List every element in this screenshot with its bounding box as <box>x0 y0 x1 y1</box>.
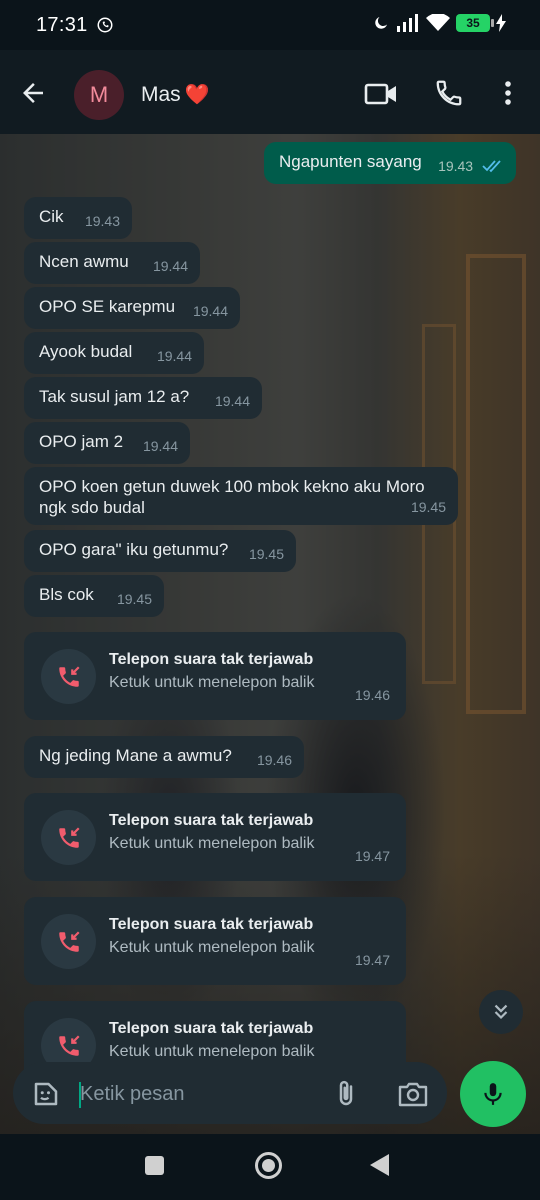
chat-header: M Mas ❤️ <box>0 50 540 134</box>
missed-call-icon <box>58 1034 80 1056</box>
message-outgoing[interactable]: Ngapunten sayang 19.43 <box>264 142 516 184</box>
missed-voice-call[interactable]: Telepon suara tak terjawab Ketuk untuk m… <box>24 632 406 720</box>
more-options-icon[interactable] <box>498 78 518 108</box>
chat-area[interactable]: Ngapunten sayang 19.43 Cik 19.43 Ncen aw… <box>0 134 540 1134</box>
message-meta: 19.43 <box>438 156 504 177</box>
message-time: 19.47 <box>354 952 390 968</box>
contact-name-text: Mas <box>141 83 181 106</box>
message-text: OPO gara" iku getunmu? <box>39 540 229 559</box>
message-text: Tak susul jam 12 a? <box>39 387 190 406</box>
wallpaper-window <box>466 254 526 714</box>
system-nav-bar <box>0 1134 540 1200</box>
message-incoming[interactable]: OPO koen getun duwek 100 mbok kekno aku … <box>24 467 458 525</box>
missed-voice-call[interactable]: Telepon suara tak terjawab Ketuk untuk m… <box>24 897 406 985</box>
charging-icon <box>496 14 506 32</box>
scroll-to-bottom-button[interactable] <box>479 990 523 1034</box>
message-time: 19.46 <box>256 752 292 768</box>
recents-button[interactable] <box>145 1156 164 1175</box>
message-time: 19.44 <box>152 258 188 274</box>
message-incoming[interactable]: OPO jam 2 19.44 <box>24 422 190 464</box>
status-bar: 17:31 35 <box>0 0 540 50</box>
battery-indicator: 35 <box>456 14 494 32</box>
message-time: 19.47 <box>354 848 390 864</box>
message-text: Ng jeding Mane a awmu? <box>39 746 232 765</box>
status-icons: 35 <box>372 14 506 32</box>
call-title: Telepon suara tak terjawab <box>109 916 314 933</box>
message-incoming[interactable]: Ng jeding Mane a awmu? 19.46 <box>24 736 304 778</box>
message-incoming[interactable]: Cik 19.43 <box>24 197 132 239</box>
message-text: Bls cok <box>39 585 94 604</box>
attachment-icon[interactable] <box>331 1078 361 1110</box>
missed-call-icon <box>58 930 80 952</box>
double-check-read-icon <box>482 160 501 173</box>
moon-icon <box>375 17 387 29</box>
contact-name[interactable]: Mas ❤️ <box>141 82 210 107</box>
message-incoming[interactable]: Ncen awmu 19.44 <box>24 242 200 284</box>
call-title: Telepon suara tak terjawab <box>109 812 314 829</box>
message-time: 19.44 <box>192 303 228 319</box>
message-time: 19.44 <box>142 438 178 454</box>
message-text: OPO jam 2 <box>39 432 124 451</box>
avatar[interactable]: M <box>74 70 124 120</box>
missed-call-circle <box>41 649 96 704</box>
call-subtitle: Ketuk untuk menelepon balik <box>109 835 315 852</box>
double-chevron-down-icon <box>494 1004 508 1020</box>
message-text: Ayook budal <box>39 342 133 361</box>
status-time: 17:31 <box>36 13 88 36</box>
signal-icon <box>397 14 418 32</box>
message-incoming[interactable]: OPO SE karepmu 19.44 <box>24 287 240 329</box>
missed-call-circle <box>41 914 96 969</box>
message-time: 19.45 <box>116 591 152 607</box>
call-title: Telepon suara tak terjawab <box>109 1020 314 1037</box>
message-time: 19.46 <box>354 687 390 703</box>
message-incoming[interactable]: Bls cok 19.45 <box>24 575 164 617</box>
message-text: OPO koen getun duwek 100 mbok kekno aku … <box>39 477 425 517</box>
call-subtitle: Ketuk untuk menelepon balik <box>109 674 315 691</box>
missed-call-circle <box>41 810 96 865</box>
camera-icon[interactable] <box>397 1080 429 1108</box>
message-incoming[interactable]: OPO gara" iku getunmu? 19.45 <box>24 530 296 572</box>
system-back-button[interactable] <box>370 1154 389 1176</box>
message-incoming[interactable]: Ayook budal 19.44 <box>24 332 204 374</box>
voice-call-icon[interactable] <box>434 78 464 108</box>
message-input[interactable] <box>80 1083 320 1106</box>
heart-emoji: ❤️ <box>184 84 210 106</box>
message-text: Ncen awmu <box>39 252 129 271</box>
message-incoming[interactable]: Tak susul jam 12 a? 19.44 <box>24 377 262 419</box>
message-input-container[interactable] <box>13 1062 447 1124</box>
sticker-icon[interactable] <box>31 1079 61 1109</box>
message-time: 19.45 <box>248 546 284 562</box>
message-text: OPO SE karepmu <box>39 297 176 316</box>
message-time: 19.43 <box>438 158 474 174</box>
wifi-icon <box>426 14 450 31</box>
call-title: Telepon suara tak terjawab <box>109 651 314 668</box>
missed-voice-call[interactable]: Telepon suara tak terjawab Ketuk untuk m… <box>24 793 406 881</box>
voice-message-button[interactable] <box>460 1061 526 1127</box>
message-text: Cik <box>39 207 64 226</box>
message-time: 19.44 <box>214 393 250 409</box>
whatsapp-notification-icon <box>97 17 113 33</box>
missed-call-icon <box>58 665 80 687</box>
message-time: 19.44 <box>156 348 192 364</box>
composer-bar <box>0 1058 540 1134</box>
call-subtitle: Ketuk untuk menelepon balik <box>109 939 315 956</box>
message-text: Ngapunten sayang <box>279 152 422 171</box>
back-arrow-icon[interactable] <box>18 78 48 108</box>
video-call-icon[interactable] <box>364 80 398 108</box>
microphone-icon <box>484 1083 502 1105</box>
message-time: 19.43 <box>84 213 120 229</box>
home-button[interactable] <box>255 1152 282 1179</box>
missed-call-icon <box>58 826 80 848</box>
message-time: 19.45 <box>410 499 446 515</box>
